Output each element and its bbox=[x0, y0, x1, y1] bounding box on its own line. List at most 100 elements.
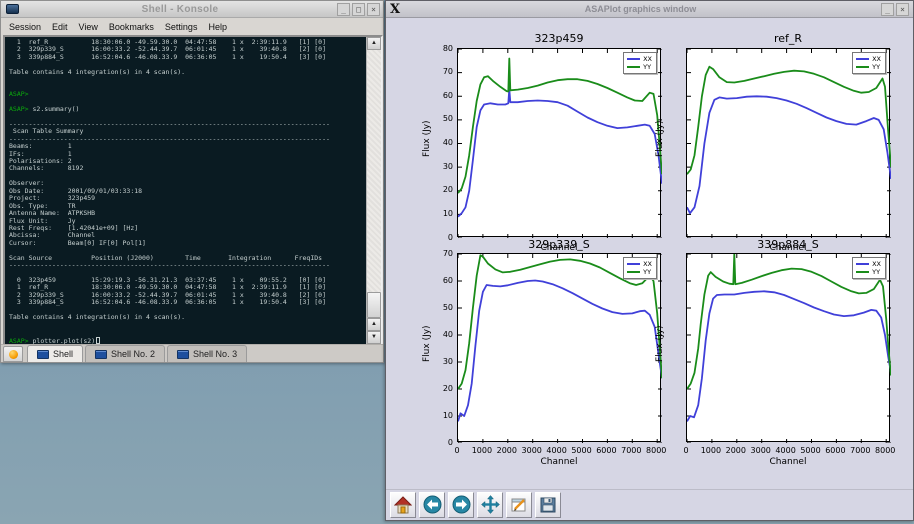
y-axis-label: Flux (Jy) bbox=[655, 332, 665, 362]
plot-area bbox=[458, 49, 662, 238]
legend-entry: YY bbox=[856, 63, 881, 71]
terminal-monitor-icon bbox=[177, 350, 189, 359]
plot-area bbox=[687, 49, 891, 238]
menu-item-edit[interactable]: Edit bbox=[52, 22, 68, 32]
close-button[interactable]: × bbox=[367, 3, 380, 16]
terminal-line: Table contains 4 integration(s) in 4 sca… bbox=[9, 69, 366, 76]
minimize-button[interactable]: _ bbox=[337, 3, 350, 16]
plot-area bbox=[458, 254, 662, 443]
pan-button[interactable] bbox=[477, 492, 503, 518]
tab-bar: Shell Shell No. 2 Shell No. 3 bbox=[1, 344, 383, 362]
scroll-up-icon[interactable]: ▲ bbox=[367, 318, 381, 331]
edit-button[interactable] bbox=[506, 492, 532, 518]
scroll-down-icon[interactable]: ▼ bbox=[367, 331, 381, 344]
terminal-line bbox=[9, 173, 366, 180]
legend: XXYY bbox=[623, 52, 657, 74]
desktop: Shell - Konsole _ □ × Session Edit View … bbox=[0, 0, 914, 524]
menu-item-view[interactable]: View bbox=[79, 22, 98, 32]
terminal-line bbox=[9, 329, 366, 336]
legend: XXYY bbox=[852, 52, 886, 74]
legend-line-sample bbox=[627, 263, 640, 265]
series-line-YY bbox=[687, 67, 891, 175]
axes-frame[interactable]: XXYY bbox=[686, 253, 890, 442]
series-line-XX bbox=[458, 89, 662, 217]
scrollbar-thumb[interactable] bbox=[367, 292, 381, 318]
y-tick-label: 20 bbox=[427, 185, 453, 194]
terminal-line: ASAP> s2.summary() bbox=[9, 106, 366, 113]
y-tick-label: 10 bbox=[427, 209, 453, 218]
axes-frame[interactable]: XXYY bbox=[686, 48, 890, 237]
plot-toolbar bbox=[386, 489, 913, 519]
y-tick-label: 60 bbox=[427, 276, 453, 285]
menu-item-help[interactable]: Help bbox=[208, 22, 227, 32]
x11-app-icon: X bbox=[390, 2, 400, 17]
legend-entry: YY bbox=[627, 63, 652, 71]
series-line-YY bbox=[458, 59, 662, 194]
x-axis-label: Channel bbox=[457, 457, 661, 467]
y-tick-label: 70 bbox=[427, 67, 453, 76]
konsole-app-icon bbox=[6, 4, 19, 14]
series-line-XX bbox=[458, 281, 662, 422]
axes-frame[interactable]: XXYY bbox=[457, 253, 661, 442]
legend-entry: YY bbox=[627, 268, 652, 276]
legend-entry: XX bbox=[627, 260, 652, 268]
asaplot-window-title: ASAPlot graphics window bbox=[400, 4, 881, 14]
asap-prompt: ASAP> bbox=[9, 90, 29, 98]
text-cursor bbox=[96, 337, 100, 344]
forward-arrow-icon bbox=[452, 495, 471, 514]
terminal-line: Table contains 4 integration(s) in 4 sca… bbox=[9, 314, 366, 321]
close-button[interactable]: × bbox=[896, 3, 909, 16]
konsole-titlebar[interactable]: Shell - Konsole _ □ × bbox=[1, 1, 383, 18]
legend-label: XX bbox=[872, 260, 881, 268]
asaplot-window: X ASAPlot graphics window _ × 323p459XXY… bbox=[385, 0, 914, 521]
legend-line-sample bbox=[856, 58, 869, 60]
back-button[interactable] bbox=[419, 492, 445, 518]
legend-entry: YY bbox=[856, 268, 881, 276]
terminal-monitor-icon bbox=[95, 350, 107, 359]
terminal-line: Channels: 8192 bbox=[9, 165, 366, 172]
new-session-button[interactable] bbox=[3, 346, 23, 362]
terminal-line: 3 339p884_S 16:52:04.6 -46.08.33.9 06:36… bbox=[9, 299, 366, 306]
menu-item-session[interactable]: Session bbox=[9, 22, 41, 32]
menu-item-bookmarks[interactable]: Bookmarks bbox=[109, 22, 154, 32]
terminal[interactable]: 1 ref_R 18:30:06.0 -49.59.30.0 04:47:58 … bbox=[3, 35, 383, 346]
tab-label: Shell No. 3 bbox=[193, 349, 237, 359]
y-tick-label: 30 bbox=[427, 162, 453, 171]
terminal-scrollbar[interactable]: ▲ ▲ ▼ bbox=[366, 37, 381, 344]
legend-line-sample bbox=[627, 58, 640, 60]
terminal-line bbox=[9, 84, 366, 91]
terminal-line bbox=[9, 322, 366, 329]
plot-title: ref_R bbox=[686, 32, 890, 45]
menu-item-settings[interactable]: Settings bbox=[165, 22, 198, 32]
maximize-button[interactable]: □ bbox=[352, 3, 365, 16]
legend-label: XX bbox=[872, 55, 881, 63]
scroll-up-icon[interactable]: ▲ bbox=[367, 37, 381, 50]
legend-label: XX bbox=[643, 55, 652, 63]
axes-frame[interactable]: XXYY bbox=[457, 48, 661, 237]
home-icon bbox=[394, 496, 412, 514]
y-tick-label: 0 bbox=[427, 233, 453, 242]
terminal-text[interactable]: 1 ref_R 18:30:06.0 -49.59.30.0 04:47:58 … bbox=[5, 37, 366, 344]
y-tick-label: 80 bbox=[427, 44, 453, 53]
save-button[interactable] bbox=[535, 492, 561, 518]
scrollbar-track[interactable] bbox=[367, 50, 381, 292]
tab-shell-3[interactable]: Shell No. 3 bbox=[167, 345, 247, 362]
figure-canvas: 323p459XXYY01020304050607080Flux (Jy)Cha… bbox=[387, 19, 913, 490]
home-button[interactable] bbox=[390, 492, 416, 518]
konsole-window: Shell - Konsole _ □ × Session Edit View … bbox=[0, 0, 384, 363]
series-line-XX bbox=[687, 291, 891, 421]
series-line-XX bbox=[687, 96, 891, 213]
tab-shell-2[interactable]: Shell No. 2 bbox=[85, 345, 165, 362]
tab-label: Shell bbox=[53, 349, 73, 359]
tab-shell[interactable]: Shell bbox=[27, 345, 83, 362]
terminal-line: Cursor: Beam[0] IF[0] Pol[1] bbox=[9, 240, 366, 247]
y-tick-label: 60 bbox=[427, 91, 453, 100]
back-arrow-icon bbox=[423, 495, 442, 514]
tick-marks bbox=[458, 254, 662, 443]
asaplot-titlebar[interactable]: X ASAPlot graphics window _ × bbox=[386, 1, 913, 18]
minimize-button[interactable]: _ bbox=[881, 3, 894, 16]
y-tick-label: 50 bbox=[427, 303, 453, 312]
forward-button[interactable] bbox=[448, 492, 474, 518]
pan-arrows-icon bbox=[481, 495, 500, 514]
legend-line-sample bbox=[856, 263, 869, 265]
